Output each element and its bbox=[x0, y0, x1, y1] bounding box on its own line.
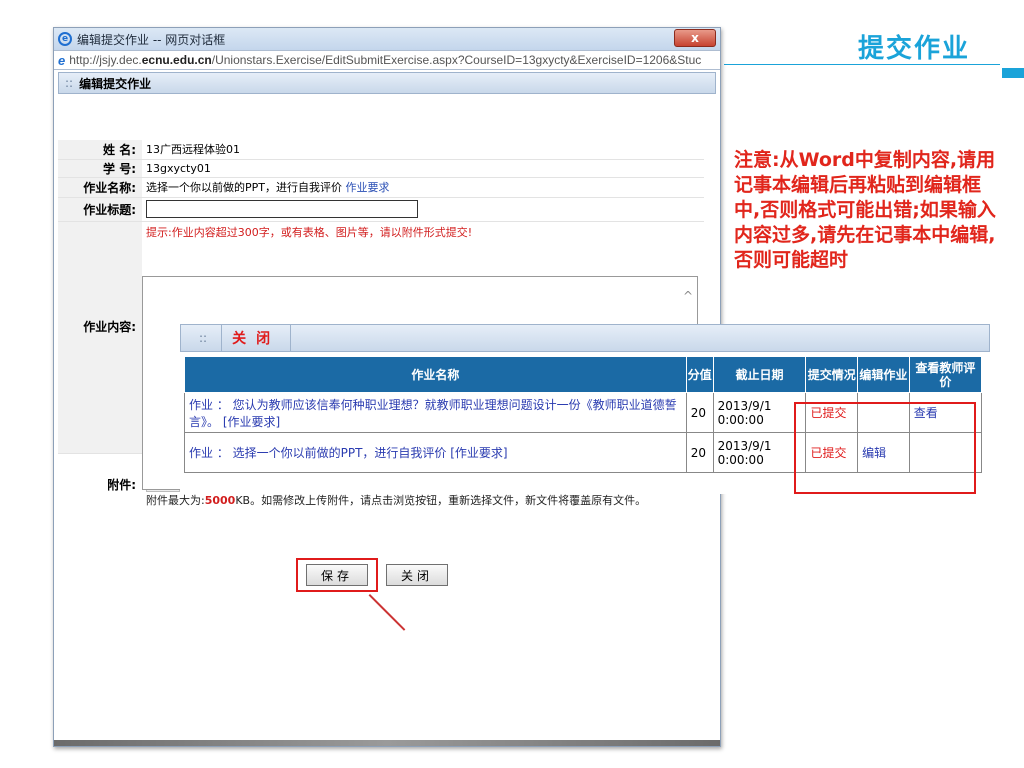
hw-name-cell: 选择一个你以前做的PPT，进行自我评价 作业要求 bbox=[142, 178, 704, 197]
ie-page-icon: e bbox=[58, 52, 66, 68]
col-edit: 编辑作业 bbox=[857, 356, 910, 393]
close-button[interactable]: 关闭 bbox=[386, 564, 449, 586]
popup-header: :: 关闭 bbox=[180, 324, 990, 352]
row-hw-name[interactable]: 作业 ： 您认为教师应该信奉何种职业理想？就教师职业理想问题设计一份《教师职业道… bbox=[184, 392, 687, 433]
window-title: 编辑提交作业 -- 网页对话框 bbox=[77, 32, 226, 47]
table-header-row: 作业名称 分值 截止日期 提交情况 编辑作业 查看教师评价 bbox=[184, 356, 983, 393]
slide-title: 提交作业 bbox=[858, 34, 971, 64]
url-domain: ecnu.edu.cn bbox=[141, 53, 212, 67]
col-score: 分值 bbox=[685, 356, 714, 393]
row-score: 20 bbox=[685, 392, 714, 433]
col-deadline: 截止日期 bbox=[712, 356, 807, 393]
row-score: 20 bbox=[685, 432, 714, 473]
name-label: 姓 名: bbox=[58, 140, 142, 159]
hw-title-label: 作业标题: bbox=[58, 198, 142, 221]
form-row-id: 学 号: 13gxycty01 bbox=[58, 160, 704, 178]
button-bar: 保存 关闭 bbox=[296, 558, 449, 592]
ie-icon: e bbox=[58, 32, 72, 46]
row-deadline: 2013/9/1 0:00:00 bbox=[712, 432, 807, 473]
form-row-hw-title: 作业标题: bbox=[58, 198, 704, 222]
title-underline bbox=[724, 64, 1000, 65]
row-deadline: 2013/9/1 0:00:00 bbox=[712, 392, 807, 433]
address-bar: e http://jsjy.dec. ecnu.edu.cn/Unionstars… bbox=[54, 50, 720, 70]
status-highlight bbox=[794, 402, 976, 494]
name-value: 13广西远程体验01 bbox=[146, 143, 240, 156]
col-view: 查看教师评价 bbox=[908, 356, 983, 393]
save-button[interactable]: 保存 bbox=[306, 564, 369, 586]
panel-title: 编辑提交作业 bbox=[79, 76, 152, 91]
notice-text: 注意:从Word中复制内容,请用记事本编辑后再粘贴到编辑框中,否则格式可能出错;… bbox=[734, 149, 996, 271]
content-label: 作业内容: bbox=[58, 222, 142, 453]
panel-header: :: 编辑提交作业 bbox=[58, 72, 716, 94]
hw-title-cell bbox=[142, 198, 704, 221]
hw-title-input[interactable] bbox=[146, 200, 418, 218]
url-prefix: http://jsjy.dec. bbox=[69, 53, 142, 67]
hw-requirement-link[interactable]: 作业要求 bbox=[346, 181, 390, 194]
hw-name-label: 作业名称: bbox=[58, 178, 142, 197]
content-hint: 提示:作业内容超过300字，或有表格、图片等，请以附件形式提交! bbox=[146, 226, 473, 239]
attach-note-pre: 附件最大为: bbox=[146, 494, 205, 507]
col-hw-name: 作业名称 bbox=[184, 356, 687, 393]
panel-dots: :: bbox=[65, 76, 74, 90]
scroll-up-icon[interactable]: ^ bbox=[683, 289, 693, 303]
hw-name-value: 选择一个你以前做的PPT，进行自我评价 bbox=[146, 181, 342, 194]
pointer-arrow bbox=[368, 594, 406, 631]
accent-bar bbox=[1002, 68, 1024, 78]
id-value: 13gxycty01 bbox=[146, 162, 211, 175]
popup-close-button[interactable]: 关闭 bbox=[221, 324, 292, 352]
attach-label: 附件: bbox=[58, 454, 142, 512]
form-row-name: 姓 名: 13广西远程体验01 bbox=[58, 140, 704, 160]
col-status: 提交情况 bbox=[805, 356, 859, 393]
attach-note-post: KB。如需修改上传附件，请点击浏览按钮，重新选择文件，新文件将覆盖原有文件。 bbox=[235, 494, 647, 507]
attach-max: 5000 bbox=[204, 494, 236, 507]
save-highlight: 保存 bbox=[296, 558, 379, 592]
slide: 提交作业 注意:从Word中复制内容,请用记事本编辑后再粘贴到编辑框中,否则格式… bbox=[0, 0, 1024, 768]
url-path: /Unionstars.Exercise/EditSubmitExercise.… bbox=[211, 53, 702, 67]
window-titlebar: e 编辑提交作业 -- 网页对话框 x bbox=[54, 28, 720, 50]
id-label: 学 号: bbox=[58, 160, 142, 177]
assignment-popup: :: 关闭 作业名称 分值 截止日期 提交情况 编辑作业 查看教师评价 作业 ：… bbox=[180, 324, 990, 494]
popup-dots: :: bbox=[199, 331, 208, 345]
row-hw-name[interactable]: 作业 ： 选择一个你以前做的PPT，进行自我评价 [作业要求] bbox=[184, 432, 687, 473]
dialog-bottom-edge bbox=[54, 740, 720, 746]
form-row-hw-name: 作业名称: 选择一个你以前做的PPT，进行自我评价 作业要求 bbox=[58, 178, 704, 198]
attach-note: 附件最大为:5000KB。如需修改上传附件，请点击浏览按钮，重新选择文件，新文件… bbox=[146, 492, 704, 508]
window-close-button[interactable]: x bbox=[674, 29, 716, 47]
